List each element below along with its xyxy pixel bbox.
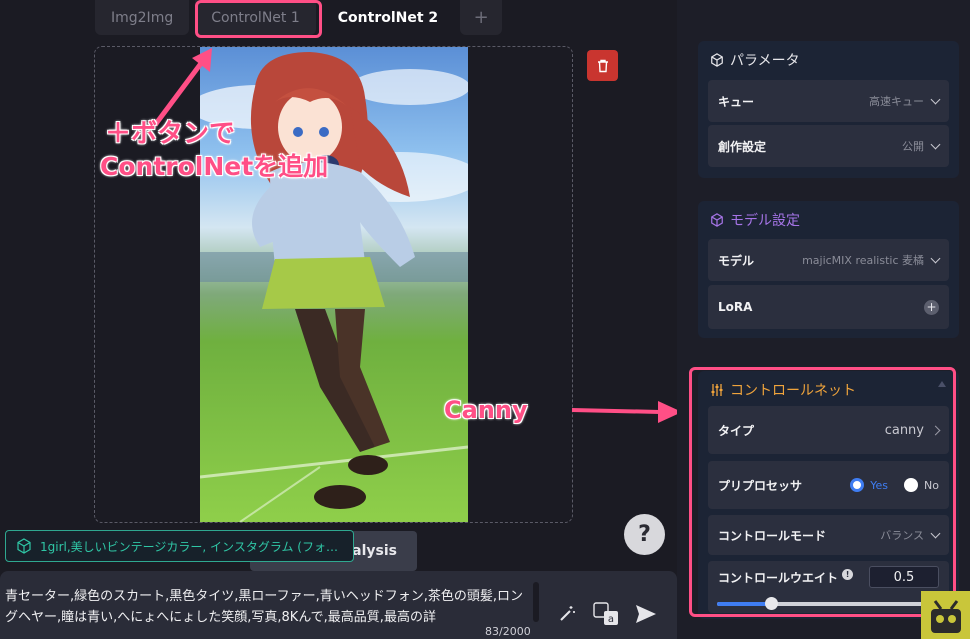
prompt-text[interactable]: 青セーター,緑色のスカート,黒色タイツ,黒ローファー,青いヘッドフォン,茶色の頭…: [5, 586, 530, 628]
send-button[interactable]: [632, 600, 660, 628]
magic-wand-icon: [560, 606, 575, 621]
tab-img2img[interactable]: Img2Img: [95, 0, 190, 35]
lora-label: LoRA: [718, 300, 753, 314]
chevron-down-icon: [930, 139, 941, 149]
reference-image: [200, 47, 468, 522]
chevron-down-icon: [930, 253, 941, 263]
cube-icon: [711, 53, 723, 67]
annotation-highlight-controlnet: [689, 367, 956, 617]
model-title: モデル設定: [710, 210, 800, 230]
queue-select[interactable]: キュー 高速キュー: [708, 80, 949, 122]
magic-wand-button[interactable]: [553, 600, 581, 628]
tab-controlnet-2[interactable]: ControlNet 2: [322, 0, 454, 35]
annotation-add-controlnet-line1: ＋ボタンで: [105, 119, 236, 149]
cube-icon: [711, 213, 723, 227]
chevron-down-icon: [930, 94, 941, 104]
help-button[interactable]: ?: [624, 514, 665, 555]
lora-row: LoRA +: [708, 285, 949, 329]
svg-text:a: a: [608, 614, 614, 625]
creation-settings-select[interactable]: 創作設定 公開: [708, 125, 949, 167]
translate-button[interactable]: a: [592, 600, 620, 628]
prompt-char-counter: 83/2000: [485, 625, 531, 638]
parameters-title: パラメータ: [710, 50, 800, 70]
creation-label: 創作設定: [718, 139, 767, 154]
queue-value: 高速キュー: [869, 95, 924, 108]
tag-suggestion-chip[interactable]: 1girl,美しいビンテージカラー, インスタグラム (フォ…: [5, 530, 354, 562]
model-label: モデル: [718, 253, 755, 268]
annotation-add-controlnet-line2: ControlNetを追加: [100, 152, 329, 181]
queue-label: キュー: [718, 94, 755, 109]
annotation-arrow-right: [571, 401, 682, 423]
delete-image-button[interactable]: [587, 50, 618, 81]
model-value: majicMIX realistic 麦橘: [802, 254, 924, 267]
add-tab-button[interactable]: +: [460, 0, 503, 35]
creation-value: 公開: [902, 140, 924, 153]
model-select[interactable]: モデル majicMIX realistic 麦橘: [708, 239, 949, 281]
send-icon: [636, 605, 656, 623]
app-root: Img2Img ControlNet 1 ControlNet 2 + ＋ボタン…: [0, 0, 970, 639]
annotation-highlight-tab: [195, 0, 322, 38]
trash-icon: [597, 59, 608, 72]
mascot-logo: [921, 591, 970, 639]
translate-icon: a: [593, 602, 618, 625]
tag-chip-label: 1girl,美しいビンテージカラー, インスタグラム (フォ…: [40, 539, 338, 554]
parameters-section: パラメータ キュー 高速キュー 創作設定 公開: [698, 41, 959, 178]
annotation-canny: Canny: [444, 396, 528, 424]
prompt-scrollbar[interactable]: [533, 582, 539, 622]
add-lora-button[interactable]: +: [924, 299, 939, 315]
cube-icon: [17, 538, 31, 554]
model-section: モデル設定 モデル majicMIX realistic 麦橘 LoRA +: [698, 201, 959, 338]
